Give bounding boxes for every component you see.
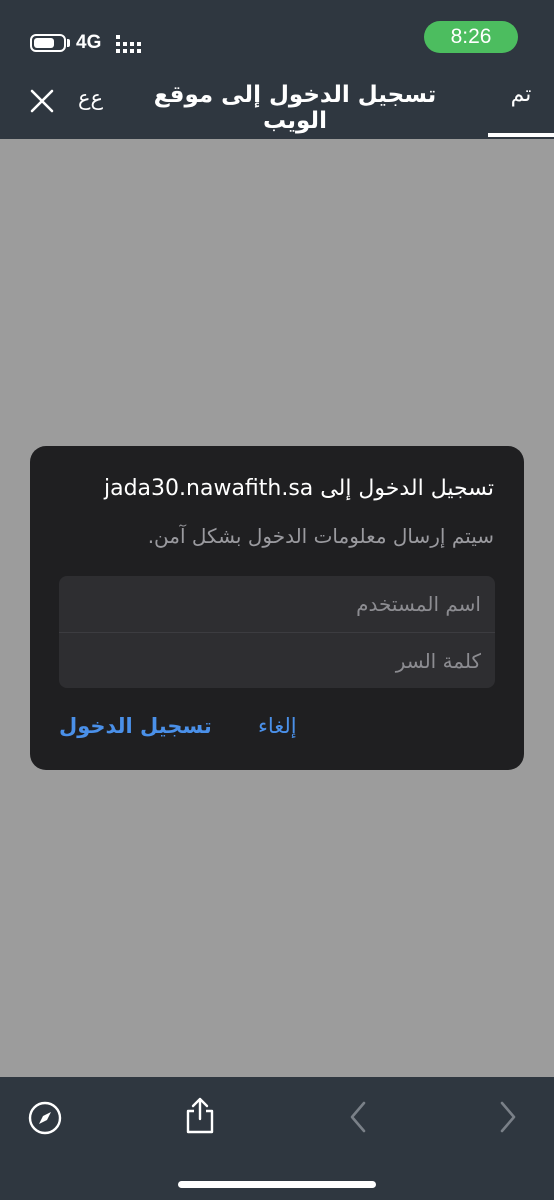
compass-button[interactable] <box>25 1098 65 1138</box>
dialog-title: تسجيل الدخول إلى jada30.nawafith.sa <box>104 476 494 501</box>
close-button[interactable] <box>26 85 58 117</box>
cancel-button[interactable]: إلغاء <box>258 714 297 738</box>
password-input[interactable] <box>59 633 495 688</box>
battery-icon <box>30 34 66 52</box>
share-button[interactable] <box>180 1095 220 1135</box>
done-underline <box>488 133 554 137</box>
login-button[interactable]: تسجيل الدخول <box>59 714 212 738</box>
signal-icon <box>116 35 141 53</box>
page-title: تسجيل الدخول إلى موقع الويب <box>153 82 437 134</box>
credentials-fields <box>59 576 495 688</box>
top-bar: 4G 8:26 ﻉﻉ تسجيل الدخول إلى موقع الويب ت… <box>0 0 554 139</box>
dialog-message: سيتم إرسال معلومات الدخول بشكل آمن. <box>147 524 494 548</box>
login-dialog: تسجيل الدخول إلى jada30.nawafith.sa سيتم… <box>30 446 524 770</box>
compass-icon <box>28 1101 62 1135</box>
back-icon <box>350 1101 366 1133</box>
text-size-button[interactable]: ﻉﻉ <box>78 86 103 110</box>
close-icon <box>30 89 54 113</box>
share-icon <box>186 1097 214 1134</box>
forward-button[interactable] <box>488 1097 528 1137</box>
status-time: 8:26 <box>424 21 518 53</box>
battery-tip <box>67 39 70 47</box>
forward-icon <box>500 1101 516 1133</box>
back-button[interactable] <box>338 1097 378 1137</box>
done-button[interactable]: تم <box>488 82 554 107</box>
home-indicator <box>178 1181 376 1188</box>
network-label: 4G <box>76 32 102 53</box>
username-input[interactable] <box>59 576 495 631</box>
